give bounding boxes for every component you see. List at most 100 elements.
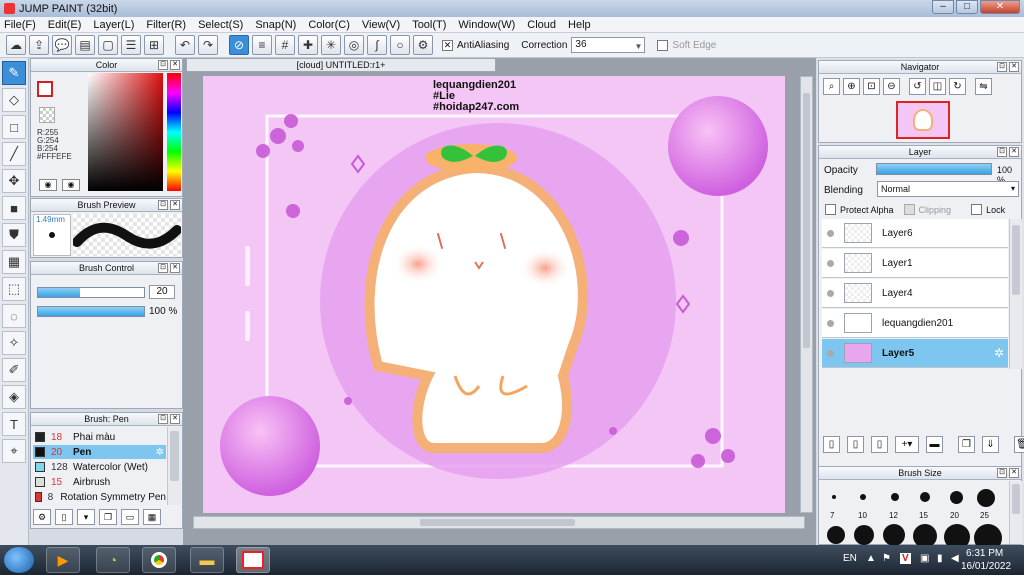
grid-icon[interactable]: ⊞ (144, 35, 164, 55)
correction-select[interactable]: 36 ▼ (571, 37, 646, 53)
app-green-icon[interactable]: ◔ (96, 547, 130, 573)
clock-time[interactable]: 6:31 PM (966, 548, 1003, 559)
panel-pin-icon[interactable]: ⊡ (158, 414, 168, 424)
canvas-horizontal-scrollbar[interactable] (193, 516, 805, 529)
menu-help[interactable]: Help (568, 19, 591, 31)
fill-rect-tool-icon[interactable]: ■ (2, 196, 26, 220)
new-layer-icon[interactable]: ▯ (823, 436, 840, 453)
menu-select[interactable]: Select(S) (198, 19, 243, 31)
transparent-color-swatch[interactable] (39, 107, 55, 123)
saturation-value-picker[interactable] (88, 73, 163, 191)
panel-pin-icon[interactable]: ⊡ (158, 60, 168, 70)
media-player-icon[interactable]: ▶ (46, 547, 80, 573)
panel-pin-icon[interactable]: ⊡ (158, 200, 168, 210)
gear-icon[interactable]: ✲ (994, 346, 1004, 360)
panel-pin-icon[interactable]: ⊡ (158, 263, 168, 273)
protect-alpha-checkbox[interactable] (825, 204, 836, 215)
monitor-icon[interactable]: ▣ (920, 553, 929, 564)
panel-close-icon[interactable]: ✕ (1009, 468, 1019, 478)
new-layer-8bit-icon[interactable]: ▯ (871, 436, 888, 453)
brush-menu-icon[interactable]: ▾ (77, 509, 95, 525)
signal-icon[interactable]: ▮ (937, 553, 943, 564)
cloud-icon[interactable]: ☁ (6, 35, 26, 55)
clock-date[interactable]: 16/01/2022 (961, 561, 1011, 572)
brush-size-dot[interactable] (891, 493, 899, 501)
layer-row[interactable]: Layer4 (822, 279, 1008, 308)
brush-grid-icon[interactable]: ▦ (143, 509, 161, 525)
lock-checkbox[interactable] (971, 204, 983, 215)
foreground-color-swatch[interactable] (37, 81, 53, 97)
panel-close-icon[interactable]: ✕ (170, 414, 180, 424)
zoom-actual-icon[interactable]: ⊡ (863, 78, 880, 95)
start-button[interactable] (4, 547, 34, 573)
minimize-button[interactable]: – (932, 0, 954, 14)
eye-icon[interactable] (827, 319, 834, 327)
gradient-tool-icon[interactable]: ▦ (2, 250, 26, 274)
panel-close-icon[interactable]: ✕ (170, 60, 180, 70)
magic-wand-tool-icon[interactable]: ✧ (2, 331, 26, 355)
brush-size-dot[interactable] (827, 526, 845, 544)
comment-icon[interactable]: 💬 (52, 35, 72, 55)
layer-scrollbar[interactable] (1009, 219, 1022, 369)
flip-icon[interactable]: ⇋ (975, 78, 992, 95)
snap-circle-icon[interactable]: ◎ (344, 35, 364, 55)
brush-size-dot[interactable] (854, 525, 874, 545)
brush-size-dot[interactable] (883, 524, 905, 546)
trash-icon[interactable]: 🗑 (1014, 436, 1024, 453)
menu-window[interactable]: Window(W) (458, 19, 515, 31)
panel-close-icon[interactable]: ✕ (1009, 62, 1019, 72)
language-indicator[interactable]: EN (843, 553, 857, 564)
brush-item[interactable]: 18 Phai màu (33, 430, 166, 444)
layer-add-menu-icon[interactable]: +▾ (895, 436, 919, 453)
text-tool-icon[interactable]: T (2, 412, 26, 436)
brush-size-slider[interactable] (37, 287, 145, 298)
palette-alt-icon[interactable]: ◉ (62, 179, 80, 191)
panel-close-icon[interactable]: ✕ (1009, 147, 1019, 157)
duplicate-layer-icon[interactable]: ❐ (958, 436, 975, 453)
snap-off-icon[interactable]: ⊘ (229, 35, 249, 55)
blending-select[interactable]: Normal ▾ (877, 181, 1019, 197)
chrome-icon[interactable] (142, 547, 176, 573)
maximize-button[interactable]: □ (956, 0, 978, 14)
gear-icon[interactable]: ✲ (156, 447, 164, 458)
navigator-thumbnail[interactable] (896, 101, 950, 139)
folder-icon[interactable]: ▭ (121, 509, 139, 525)
clipping-checkbox[interactable] (903, 204, 915, 215)
drawing-canvas[interactable]: lequangdien201 #Lie #hoidap247.com (203, 76, 785, 513)
copy-brush-icon[interactable]: ❐ (99, 509, 117, 525)
snap-grid-icon[interactable]: # (275, 35, 295, 55)
palette-icon[interactable]: ◉ (39, 179, 57, 191)
jump-paint-taskbar-icon[interactable] (236, 547, 270, 573)
undo-icon[interactable]: ↶ (175, 35, 195, 55)
panel-close-icon[interactable]: ✕ (170, 263, 180, 273)
network-icon[interactable]: ⚑ (882, 553, 891, 564)
canvas-vertical-scrollbar[interactable] (800, 76, 813, 513)
snap-parallel-icon[interactable]: ≡ (252, 35, 272, 55)
panel-pin-icon[interactable]: ⊡ (997, 62, 1007, 72)
brush-opacity-slider[interactable] (37, 306, 145, 317)
snap-cross-icon[interactable]: ✚ (298, 35, 318, 55)
snap-curve-icon[interactable]: ∫ (367, 35, 387, 55)
rotate-right-icon[interactable]: ↻ (949, 78, 966, 95)
eye-icon[interactable] (827, 259, 834, 267)
snap-settings-icon[interactable]: ⚙ (413, 35, 433, 55)
volume-icon[interactable]: ◀ (951, 553, 959, 564)
bucket-tool-icon[interactable]: ⛊ (2, 223, 26, 247)
select-eraser-tool-icon[interactable]: ◈ (2, 385, 26, 409)
eye-icon[interactable] (827, 289, 834, 297)
panel-close-icon[interactable]: ✕ (170, 200, 180, 210)
zoom-fit-icon[interactable]: ⌕ (823, 78, 840, 95)
layer-row-selected[interactable]: Layer5 ✲ (822, 339, 1008, 368)
lasso-tool-icon[interactable]: ◌ (2, 304, 26, 328)
vietkey-icon[interactable]: V (900, 553, 911, 564)
new-layer-alt-icon[interactable]: ▯ (847, 436, 864, 453)
merge-layer-icon[interactable]: ⇓ (982, 436, 999, 453)
close-button[interactable]: ✕ (980, 0, 1020, 14)
panel-pin-icon[interactable]: ⊡ (997, 147, 1007, 157)
rect-tool-icon[interactable]: □ (2, 115, 26, 139)
brush-settings-icon[interactable]: ⚙ (33, 509, 51, 525)
zoom-out-icon[interactable]: ⊖ (883, 78, 900, 95)
brush-list-scrollbar[interactable] (167, 427, 181, 505)
menu-filter[interactable]: Filter(R) (146, 19, 186, 31)
hue-slider[interactable] (167, 73, 181, 191)
